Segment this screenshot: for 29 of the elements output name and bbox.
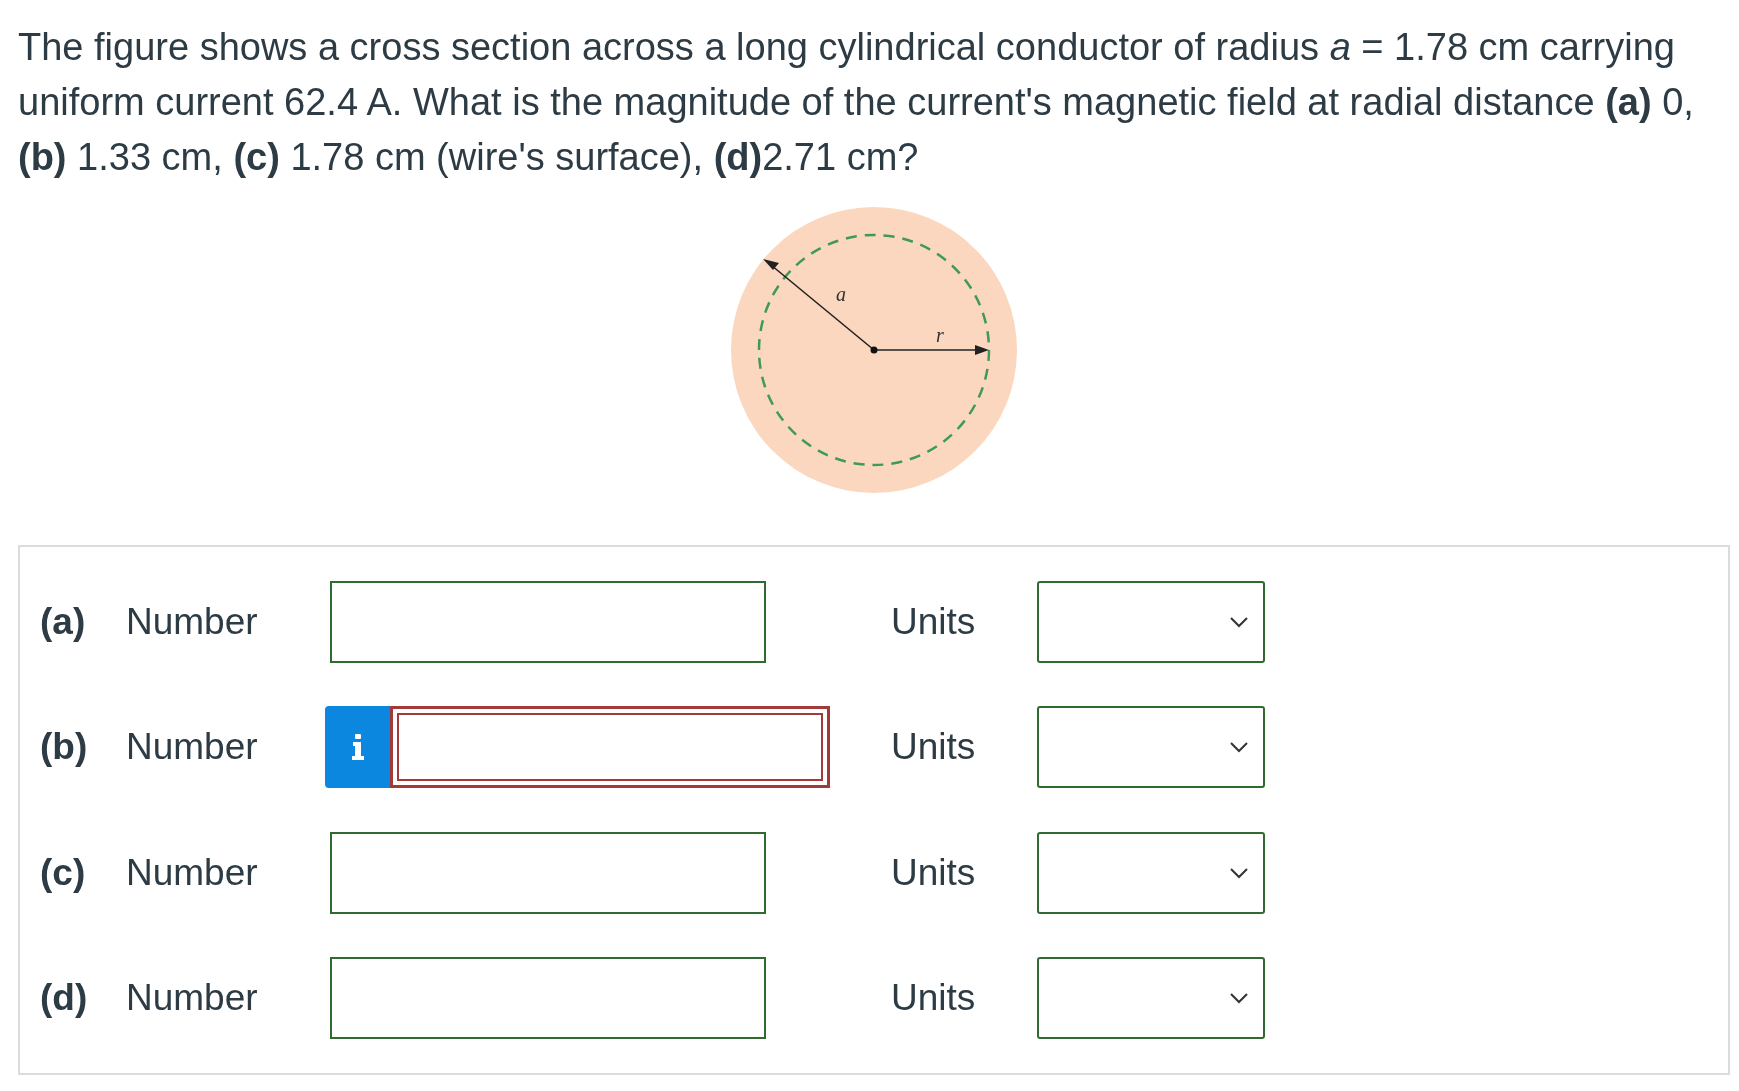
chevron-down-icon [1229,992,1249,1005]
chevron-down-icon [1229,741,1249,754]
part-label: (a) [40,600,87,643]
field-label: Number [126,726,259,769]
units-dropdown[interactable] [1037,831,1265,914]
field-label: Number [126,600,259,643]
units-dropdown[interactable] [1037,706,1265,789]
units-label: Units [891,851,977,894]
part-label: (d) [40,977,89,1020]
units-dropdown[interactable] [1037,580,1265,663]
chevron-down-icon [1229,615,1249,628]
figure-label: r [935,324,944,346]
part-label: (b) [40,726,89,769]
field-label: Number [126,851,259,894]
figure-label: a [835,283,846,305]
units-label: Units [891,600,977,643]
chevron-down-icon [1229,866,1249,879]
question-text: The figure shows a cross section across a long cylindrical conductor of radius a = 1.78 cm carrying uniform current 62.4 A. What is the magnitude of the current's magnetic field at radial distance (a) 0, (b) 1.33 cm, (c) 1.78 cm (wire's surface), (d)2.71 cm? [18,25,1695,180]
field-label: Number [126,977,259,1020]
number-field[interactable] [330,580,766,663]
info-icon [350,733,365,762]
part-label: (c) [40,851,87,894]
info-button[interactable] [325,706,390,789]
units-label: Units [891,726,977,769]
units-label: Units [891,977,977,1020]
number-field[interactable] [330,831,766,914]
number-field[interactable] [390,706,830,789]
units-dropdown[interactable] [1037,957,1265,1040]
number-field[interactable] [330,957,766,1040]
